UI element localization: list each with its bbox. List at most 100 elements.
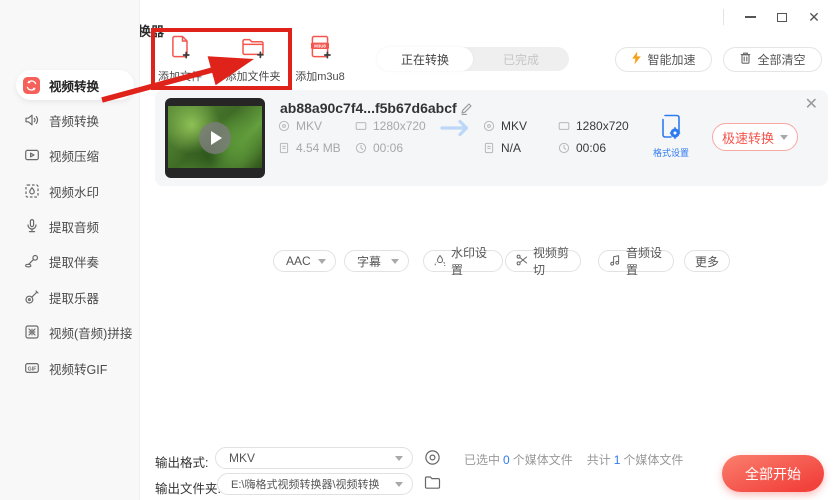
file-counts: 已选中 0 个媒体文件 共计 1 个媒体文件 — [464, 451, 683, 468]
clear-all-label: 全部清空 — [757, 51, 805, 68]
transfer-arrow-icon — [439, 118, 471, 143]
chevron-down-icon — [780, 135, 788, 140]
smart-accelerate-label: 智能加速 — [647, 51, 695, 68]
output-format-label: 输出格式: — [155, 452, 208, 471]
sidebar-item-label: 视频转GIF — [49, 359, 107, 378]
add-folder-button[interactable]: 添加文件夹 — [218, 34, 288, 84]
lightning-icon — [631, 51, 642, 68]
close-icon: ✕ — [808, 10, 820, 24]
sidebar-item-video-audio-merge[interactable]: 视频(音频)拼接 — [16, 317, 134, 347]
file-name: ab88a90c7f4...f5b67d6abcf — [280, 100, 457, 116]
music-note-icon — [609, 254, 621, 269]
sidebar-item-extract-instrument[interactable]: 提取乐器 — [16, 282, 134, 312]
add-file-icon — [168, 34, 192, 65]
output-format-value: MKV — [229, 451, 255, 465]
audio-track-value: AAC — [286, 254, 311, 268]
watermark-settings-button[interactable]: 水印设置 — [423, 250, 503, 272]
sidebar-item-label: 视频(音频)拼接 — [49, 323, 132, 342]
quick-convert-button[interactable]: 极速转换 — [712, 123, 798, 151]
format-settings-icon — [661, 114, 681, 144]
quick-convert-label: 极速转换 — [722, 128, 774, 147]
close-button[interactable]: ✕ — [802, 6, 826, 28]
output-folder-label: 输出文件夹: — [155, 478, 221, 497]
format-settings-label: 格式设置 — [653, 146, 689, 159]
audio-settings-label: 音频设置 — [626, 244, 663, 278]
selected-prefix: 已选中 — [464, 451, 500, 468]
sidebar-item-video-compress[interactable]: 视频压缩 — [16, 140, 134, 170]
video-cut-label: 视频剪切 — [533, 244, 570, 278]
window-controls: ✕ — [723, 6, 826, 28]
source-format: MKV — [278, 119, 322, 133]
sidebar: 视频转换 音频转换 视频压缩 视频水印 — [0, 0, 140, 500]
sidebar-item-label: 视频压缩 — [49, 146, 99, 165]
source-duration-value: 00:06 — [373, 141, 403, 155]
watermark-settings-label: 水印设置 — [451, 244, 492, 278]
source-resolution-value: 1280x720 — [373, 119, 426, 133]
video-cut-button[interactable]: 视频剪切 — [505, 250, 581, 272]
more-button[interactable]: 更多 — [684, 250, 730, 272]
minimize-icon — [745, 16, 756, 18]
target-duration-value: 00:06 — [576, 141, 606, 155]
sidebar-item-audio-convert[interactable]: 音频转换 — [16, 105, 134, 135]
add-file-button[interactable]: 添加文件 — [145, 34, 215, 84]
titlebar-divider — [723, 9, 724, 25]
clear-all-button[interactable]: 全部清空 — [723, 47, 822, 72]
chevron-down-icon — [318, 259, 326, 264]
tab-converting[interactable]: 正在转换 — [377, 47, 473, 71]
video-convert-icon — [23, 77, 40, 94]
maximize-icon — [777, 13, 787, 22]
queue-tabs: 正在转换 已完成 — [377, 47, 569, 71]
minimize-button[interactable] — [738, 6, 762, 28]
selected-count: 0 — [503, 453, 510, 467]
target-resolution-value: 1280x720 — [576, 119, 629, 133]
extract-accompaniment-icon — [23, 253, 40, 270]
target-format: MKV — [483, 119, 527, 133]
video-to-gif-icon: GIF — [23, 360, 40, 377]
app-window: 嗨格式视频转换器 ✕ 视频转换 音频转换 — [0, 0, 834, 500]
add-m3u8-icon: M3U8 — [307, 34, 333, 65]
sidebar-item-label: 提取音频 — [49, 217, 99, 236]
file-card: ab88a90c7f4...f5b67d6abcf ✕ MKV 1280x720… — [155, 90, 828, 186]
open-folder-icon[interactable] — [424, 475, 441, 495]
remove-file-icon[interactable]: ✕ — [805, 94, 818, 114]
sidebar-item-label: 提取乐器 — [49, 288, 99, 307]
play-icon — [211, 131, 222, 145]
target-format-value: MKV — [501, 119, 527, 133]
maximize-button[interactable] — [770, 6, 794, 28]
audio-track-dropdown[interactable]: AAC — [273, 250, 336, 272]
svg-text:M3U8: M3U8 — [314, 43, 326, 48]
sidebar-item-extract-audio[interactable]: 提取音频 — [16, 211, 134, 241]
video-compress-icon — [23, 147, 40, 164]
extract-audio-icon — [23, 218, 40, 235]
subtitle-dropdown[interactable]: 字幕 — [344, 250, 409, 272]
audio-settings-button[interactable]: 音频设置 — [598, 250, 674, 272]
video-audio-merge-icon — [23, 324, 40, 341]
tab-completed[interactable]: 已完成 — [473, 47, 569, 71]
target-resolution: 1280x720 — [558, 119, 629, 133]
scissors-icon — [516, 254, 528, 269]
add-m3u8-label: 添加m3u8 — [295, 68, 345, 84]
selected-suffix: 个媒体文件 — [513, 451, 573, 468]
sidebar-item-video-watermark[interactable]: 视频水印 — [16, 176, 134, 206]
format-settings-button[interactable]: 格式设置 — [643, 114, 699, 159]
target-size-value: N/A — [501, 141, 521, 155]
trash-icon — [739, 51, 752, 68]
more-label: 更多 — [695, 253, 719, 270]
format-target-icon[interactable] — [424, 449, 441, 471]
sidebar-item-video-to-gif[interactable]: GIF 视频转GIF — [16, 353, 134, 383]
source-size: 4.54 MB — [278, 141, 341, 155]
source-size-value: 4.54 MB — [296, 141, 341, 155]
output-folder-dropdown[interactable]: E:\嗨格式视频转换器\视频转换 — [217, 473, 413, 495]
total-prefix: 共计 — [587, 451, 611, 468]
output-format-dropdown[interactable]: MKV — [215, 447, 413, 469]
smart-accelerate-button[interactable]: 智能加速 — [615, 47, 712, 72]
extract-instrument-icon — [23, 289, 40, 306]
sidebar-item-extract-accompaniment[interactable]: 提取伴奏 — [16, 246, 134, 276]
watermark-icon — [434, 254, 446, 269]
play-button[interactable] — [199, 122, 231, 154]
sidebar-item-video-convert[interactable]: 视频转换 — [16, 70, 134, 100]
video-thumbnail[interactable] — [165, 98, 265, 178]
start-all-button[interactable]: 全部开始 — [722, 455, 824, 492]
add-m3u8-button[interactable]: M3U8 添加m3u8 — [285, 34, 355, 84]
target-size: N/A — [483, 141, 521, 155]
